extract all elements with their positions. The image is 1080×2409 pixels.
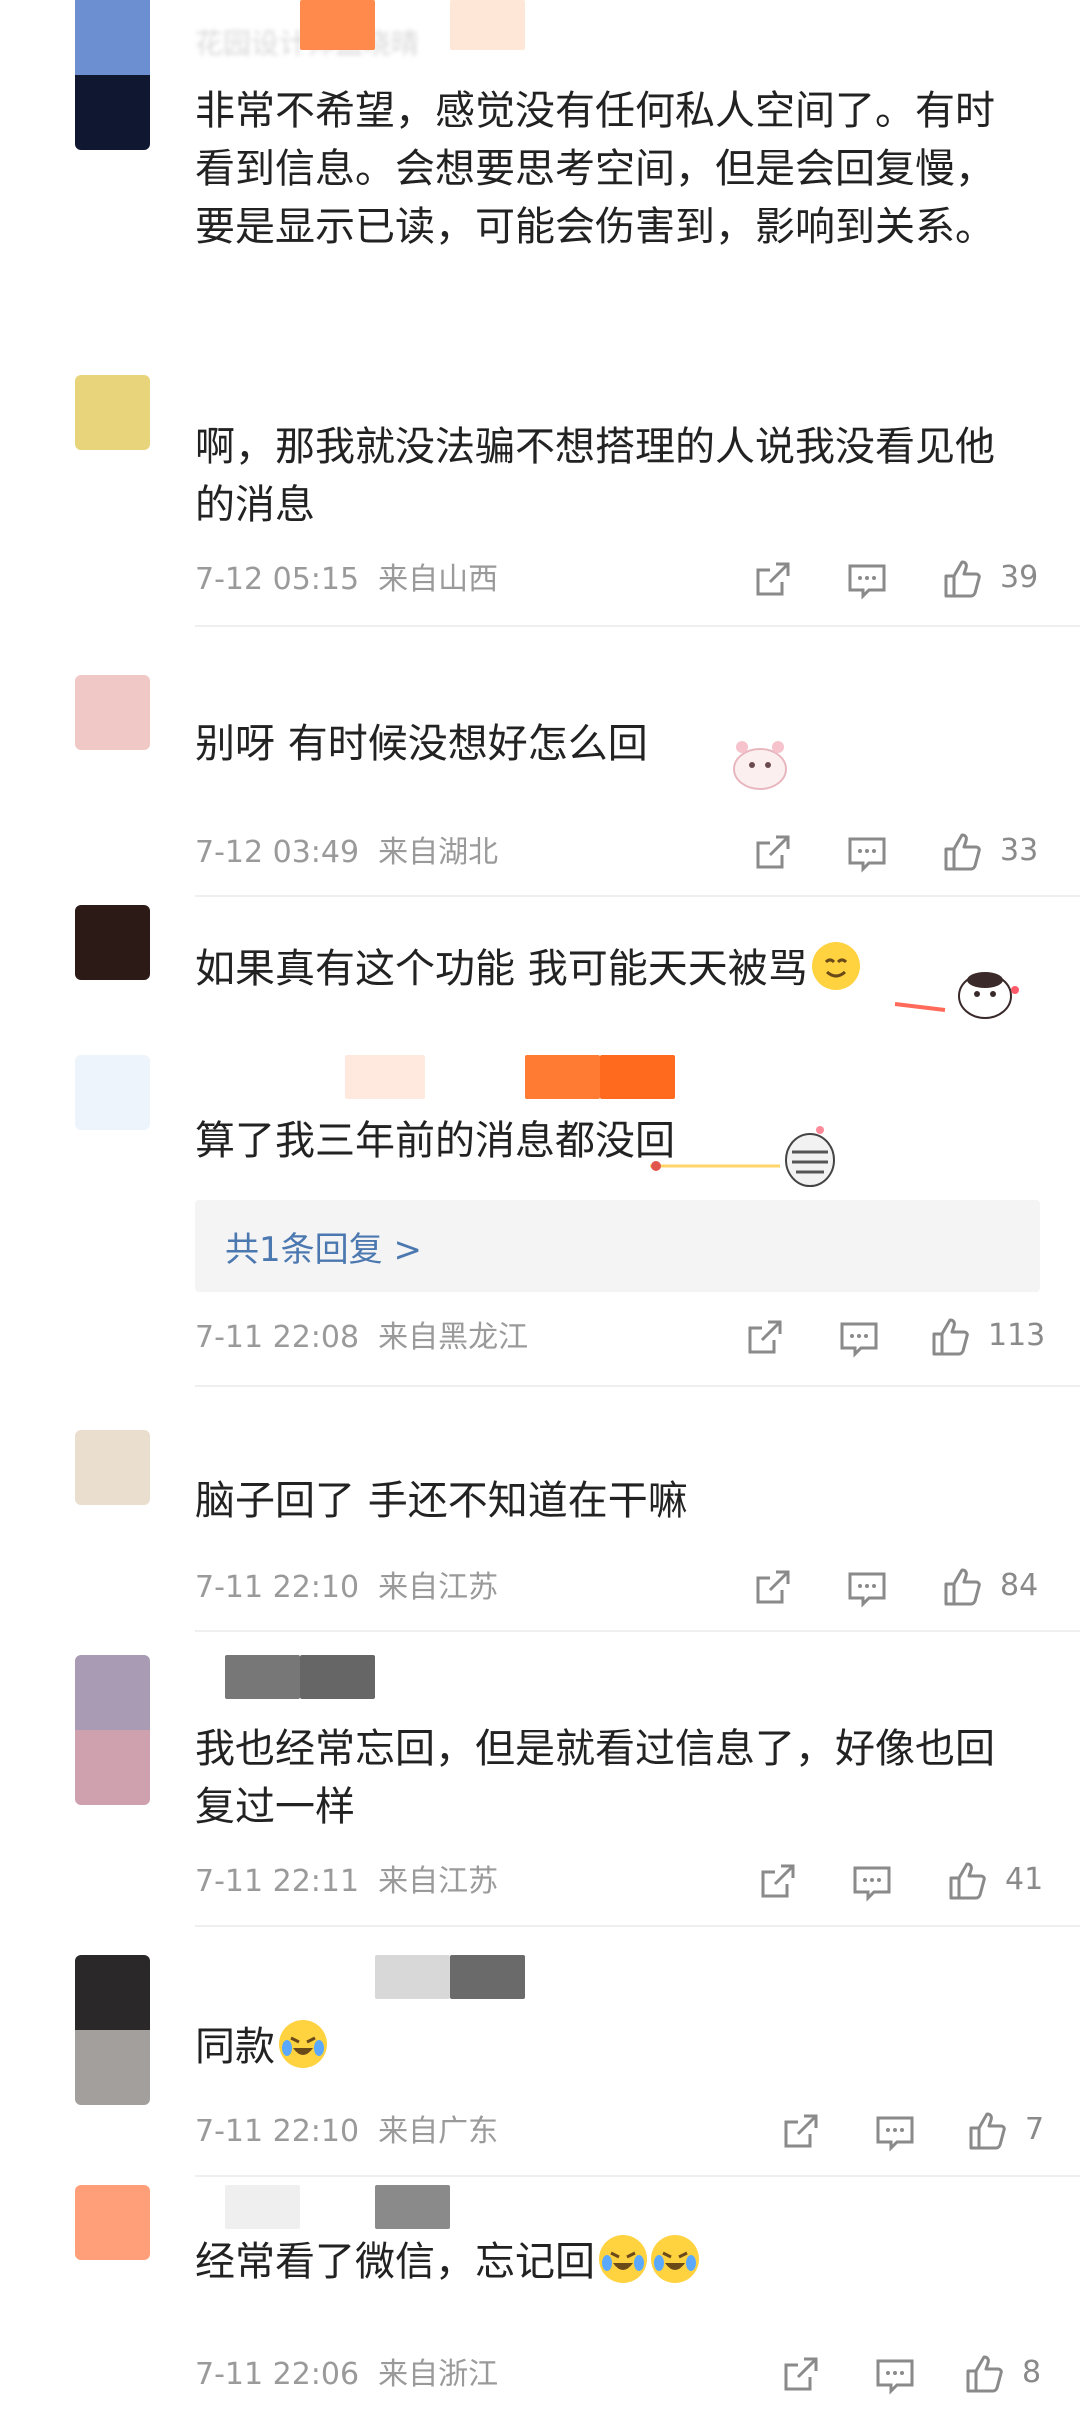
comment-date: 7-12 03:49 (195, 835, 360, 870)
comment-meta: 7-11 22:08 来自黑龙江 (195, 1318, 528, 1358)
like-count: 39 (1000, 560, 1039, 595)
avatar[interactable] (75, 375, 150, 450)
like-count: 8 (1022, 2355, 1042, 2390)
username-redaction (525, 1055, 600, 1099)
username-redaction (345, 1055, 425, 1099)
comment-text: 算了我三年前的消息都没回 (195, 1118, 675, 1164)
username-redaction (300, 0, 375, 50)
laugh-cry-emoji (279, 2020, 327, 2068)
username-redaction (375, 2185, 450, 2229)
comment-date: 7-11 22:10 (195, 2114, 360, 2149)
comment-date: 7-11 22:06 (195, 2357, 360, 2392)
like-count: 84 (1000, 1568, 1039, 1603)
comment-meta: 7-12 03:49 来自湖北 (195, 833, 498, 873)
comment-icon[interactable] (850, 1860, 894, 1904)
avatar[interactable] (75, 1430, 150, 1505)
sticker-image (650, 1116, 840, 1196)
thumbs-up-icon[interactable] (965, 2108, 1009, 2152)
view-replies-link[interactable]: 共1条回复 > (225, 1222, 422, 1271)
divider (195, 1925, 1080, 1927)
username-redaction (600, 1055, 675, 1099)
comment-date: 7-12 05:15 (195, 562, 360, 597)
comment-location: 来自湖北 (378, 835, 499, 870)
comment-meta: 7-11 22:11 来自江苏 (195, 1862, 498, 1902)
share-icon[interactable] (750, 1566, 794, 1610)
divider (195, 895, 1080, 897)
avatar[interactable] (75, 1655, 150, 1805)
thumbs-up-icon[interactable] (945, 1858, 989, 1902)
username-redaction (450, 0, 525, 50)
comment-location: 来自黑龙江 (378, 1320, 529, 1355)
avatar[interactable] (75, 1055, 150, 1130)
divider (195, 2175, 1080, 2177)
share-icon[interactable] (750, 558, 794, 602)
username-redaction (300, 1655, 375, 1699)
comment-text: 同款 (195, 2018, 1015, 2076)
like-count: 41 (1005, 1862, 1044, 1897)
sticker-image (885, 960, 1025, 1030)
reply-summary-box[interactable]: 共1条回复 > (195, 1200, 1040, 1292)
like-count: 33 (1000, 833, 1039, 868)
comment-location: 来自广东 (378, 2114, 499, 2149)
avatar[interactable] (75, 0, 150, 150)
like-count: 113 (988, 1318, 1046, 1353)
comment-text: 经常看了微信，忘记回 (195, 2233, 1015, 2291)
comment-icon[interactable] (837, 1316, 881, 1360)
avatar[interactable] (75, 1955, 150, 2105)
username-redaction (450, 1955, 525, 1999)
comment-meta: 7-11 22:10 来自江苏 (195, 1568, 498, 1608)
share-icon[interactable] (778, 2353, 822, 2397)
comment-icon[interactable] (845, 1566, 889, 1610)
comment-text-body: 同款 (195, 2024, 275, 2070)
comment-text-body: 经常看了微信，忘记回 (195, 2239, 595, 2285)
divider (195, 1630, 1080, 1632)
thumbs-up-icon[interactable] (962, 2351, 1006, 2395)
thumbs-up-icon[interactable] (940, 556, 984, 600)
comment-icon[interactable] (845, 831, 889, 875)
share-icon[interactable] (742, 1316, 786, 1360)
like-count: 7 (1025, 2112, 1045, 2147)
comment-icon[interactable] (873, 2353, 917, 2397)
divider (195, 625, 1080, 627)
comment-icon[interactable] (845, 558, 889, 602)
username-redaction (225, 1655, 300, 1699)
comment-meta: 7-11 22:06 来自浙江 (195, 2355, 498, 2395)
comment-date: 7-11 22:11 (195, 1864, 360, 1899)
avatar[interactable] (75, 905, 150, 980)
comment-location: 来自江苏 (378, 1864, 499, 1899)
comment-text: 非常不希望，感觉没有任何私人空间了。有时看到信息。会想要思考空间，但是会回复慢，… (195, 88, 995, 250)
avatar[interactable] (75, 675, 150, 750)
share-icon[interactable] (750, 831, 794, 875)
divider (195, 1385, 1080, 1387)
comment-meta: 7-12 05:15 来自山西 (195, 560, 498, 600)
thumbs-up-icon[interactable] (940, 1564, 984, 1608)
laugh-cry-emoji (599, 2235, 647, 2283)
username-redaction (375, 1955, 450, 1999)
comment-text: 啊，那我就没法骗不想搭理的人说我没看见他的消息 (195, 424, 995, 528)
comment-text: 我也经常忘回，但是就看过信息了，好像也回复过一样 (195, 1726, 995, 1830)
comment-text-body: 如果真有这个功能 我可能天天被骂 (195, 946, 808, 992)
thumbs-up-icon[interactable] (940, 829, 984, 873)
comment-location: 来自浙江 (378, 2357, 499, 2392)
comment-text: 别呀 有时候没想好怎么回 (195, 721, 648, 767)
comment-location: 来自山西 (378, 562, 499, 597)
comment-text: 脑子回了 手还不知道在干嘛 (195, 1478, 688, 1524)
laugh-cry-emoji (651, 2235, 699, 2283)
share-icon[interactable] (755, 1860, 799, 1904)
avatar[interactable] (75, 2185, 150, 2260)
smile-emoji (811, 942, 860, 990)
comment-icon[interactable] (873, 2110, 917, 2154)
share-icon[interactable] (778, 2110, 822, 2154)
username-redaction (225, 2185, 300, 2229)
thumbs-up-icon[interactable] (928, 1314, 972, 1358)
sticker-image (720, 735, 800, 795)
comment-location: 来自江苏 (378, 1570, 499, 1605)
comment-meta: 7-11 22:10 来自广东 (195, 2112, 498, 2152)
comment-date: 7-11 22:08 (195, 1320, 360, 1355)
comment-date: 7-11 22:10 (195, 1570, 360, 1605)
